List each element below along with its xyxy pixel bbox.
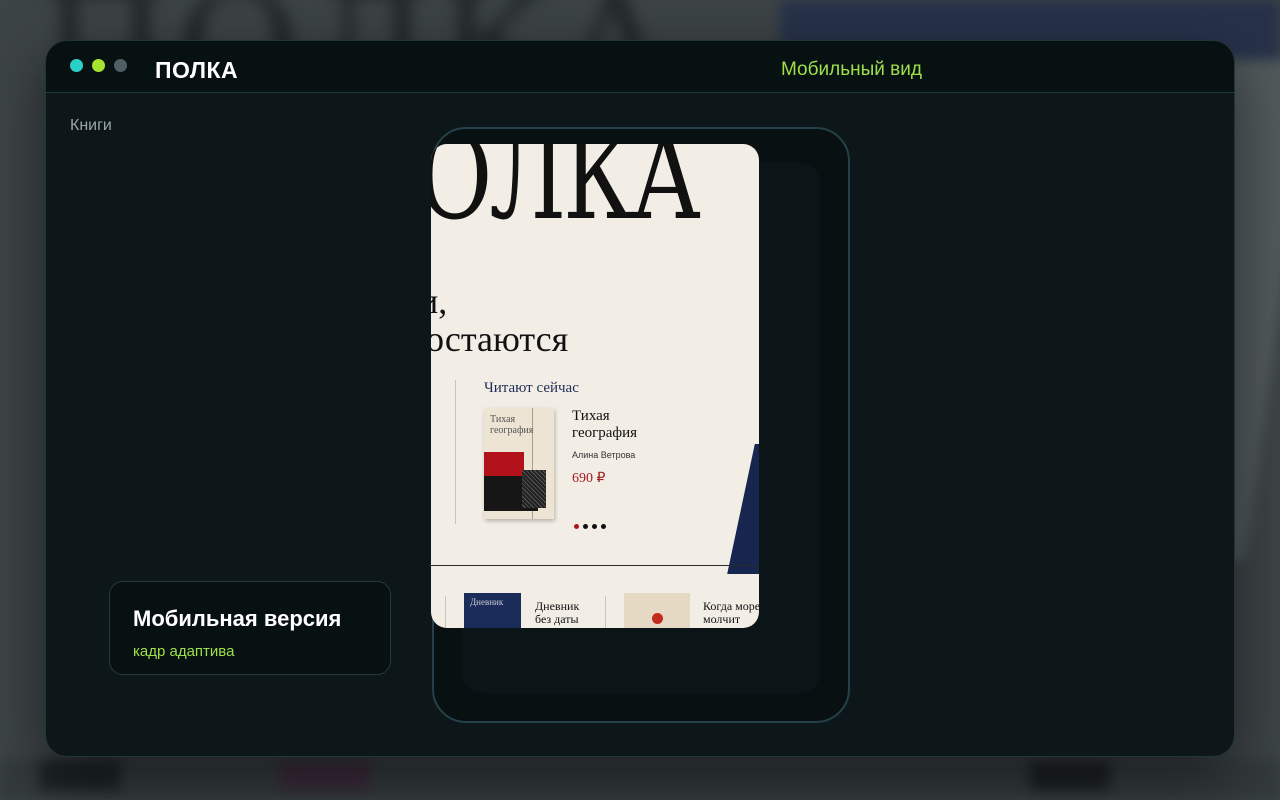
decorative-navy-shape bbox=[727, 444, 759, 574]
divider bbox=[445, 596, 446, 628]
book-price: 690 ₽ bbox=[572, 471, 606, 486]
phone-screen[interactable]: ОЛКА и, е остаются Читают сейчас Тихая г… bbox=[431, 144, 759, 628]
pager-dot[interactable] bbox=[574, 524, 579, 529]
carousel-pager[interactable] bbox=[574, 516, 610, 534]
divider bbox=[455, 380, 456, 524]
pager-dot[interactable] bbox=[592, 524, 597, 529]
window-close-button[interactable] bbox=[70, 59, 83, 72]
cover-red-block bbox=[484, 452, 524, 476]
shelf-book-title[interactable]: Дневник без даты bbox=[535, 599, 595, 626]
background-chip bbox=[40, 760, 120, 790]
background-chip bbox=[280, 762, 370, 790]
shelf-book-cover[interactable] bbox=[624, 593, 690, 628]
background-chip bbox=[1030, 762, 1110, 790]
app-title: ПОЛКА bbox=[155, 57, 239, 83]
window-minimize-button[interactable] bbox=[92, 59, 105, 72]
section-divider bbox=[431, 565, 759, 566]
caption-card: Мобильная версия кадр адаптива bbox=[109, 581, 391, 675]
caption-subtitle: кадр адаптива bbox=[133, 643, 235, 660]
cover-texture bbox=[522, 470, 546, 508]
tagline-line-2: е остаются bbox=[431, 319, 569, 359]
tagline-line-1: и, bbox=[431, 281, 448, 321]
shelf-cover-text: Дневник bbox=[470, 597, 504, 607]
reading-now-label: Читают сейчас bbox=[484, 380, 579, 396]
book-cover[interactable]: Тихая география bbox=[484, 408, 554, 519]
book-title[interactable]: Тихая география bbox=[572, 408, 672, 441]
caption-title: Мобильная версия bbox=[133, 606, 342, 631]
divider bbox=[605, 596, 606, 628]
view-mode-label[interactable]: Мобильный вид bbox=[781, 59, 922, 81]
book-author: Алина Ветрова bbox=[572, 450, 636, 460]
cover-title: Тихая география bbox=[490, 414, 534, 436]
pager-dot[interactable] bbox=[601, 524, 606, 529]
window-maximize-button[interactable] bbox=[114, 59, 127, 72]
cover-red-dot bbox=[652, 613, 663, 624]
hero-title: ОЛКА bbox=[431, 144, 701, 246]
pager-dot[interactable] bbox=[583, 524, 588, 529]
title-bar: ПОЛКА Мобильный вид bbox=[46, 41, 1234, 93]
section-label: Книги bbox=[70, 117, 112, 134]
shelf-book-cover[interactable]: Дневник bbox=[464, 593, 521, 628]
shelf-book-title[interactable]: Когда море молчит bbox=[703, 599, 759, 626]
